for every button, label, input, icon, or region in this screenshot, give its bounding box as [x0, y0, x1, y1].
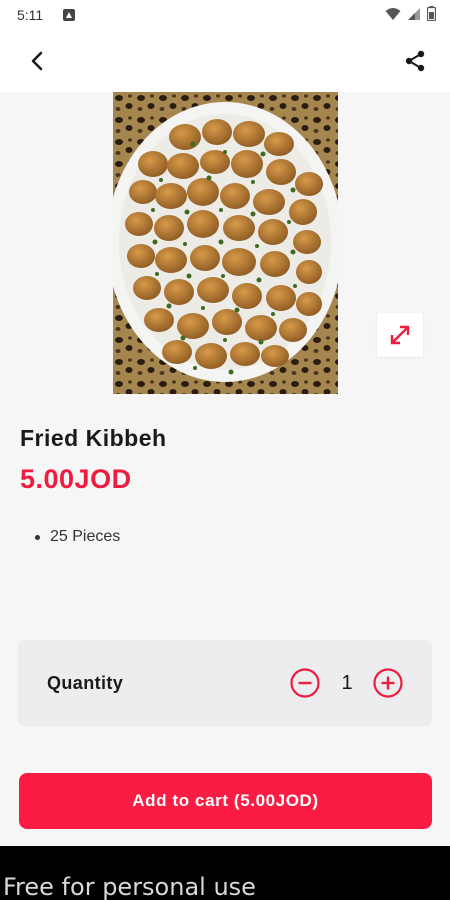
product-description-list: 25 Pieces: [34, 528, 121, 546]
chevron-left-icon: [31, 51, 43, 71]
wifi-icon: [385, 7, 401, 20]
quantity-increase-button[interactable]: [373, 668, 403, 698]
quantity-decrease-button[interactable]: [290, 668, 320, 698]
expand-image-button[interactable]: [377, 313, 423, 357]
share-icon: [405, 50, 425, 72]
product-image[interactable]: [113, 92, 338, 394]
minus-circle-icon: [290, 668, 320, 698]
footer-banner: Free for personal use: [0, 846, 450, 900]
app-notification-icon: [63, 9, 75, 21]
signal-icon: [408, 7, 420, 20]
status-time: 5:11: [17, 7, 44, 23]
product-price: 5.00JOD: [20, 464, 132, 494]
add-to-cart-button[interactable]: Add to cart (5.00JOD): [19, 773, 432, 829]
status-bar: 5:11: [0, 0, 450, 30]
description-item: 25 Pieces: [34, 528, 121, 545]
food-photo: [113, 92, 338, 394]
app-bar: [0, 30, 450, 92]
battery-icon: [427, 6, 436, 21]
quantity-label: Quantity: [47, 673, 124, 693]
plus-circle-icon: [373, 668, 403, 698]
footer-watermark-text: Free for personal use: [3, 873, 256, 900]
quantity-card: Quantity 1: [18, 640, 432, 726]
back-button[interactable]: [20, 44, 54, 78]
product-name: Fried Kibbeh: [20, 425, 167, 451]
product-details: Fried Kibbeh 5.00JOD 25 Pieces Quantity …: [0, 92, 450, 846]
share-button[interactable]: [398, 44, 432, 78]
quantity-value: 1: [341, 672, 353, 694]
expand-arrows-icon: [390, 325, 410, 345]
status-icons: [385, 6, 436, 21]
